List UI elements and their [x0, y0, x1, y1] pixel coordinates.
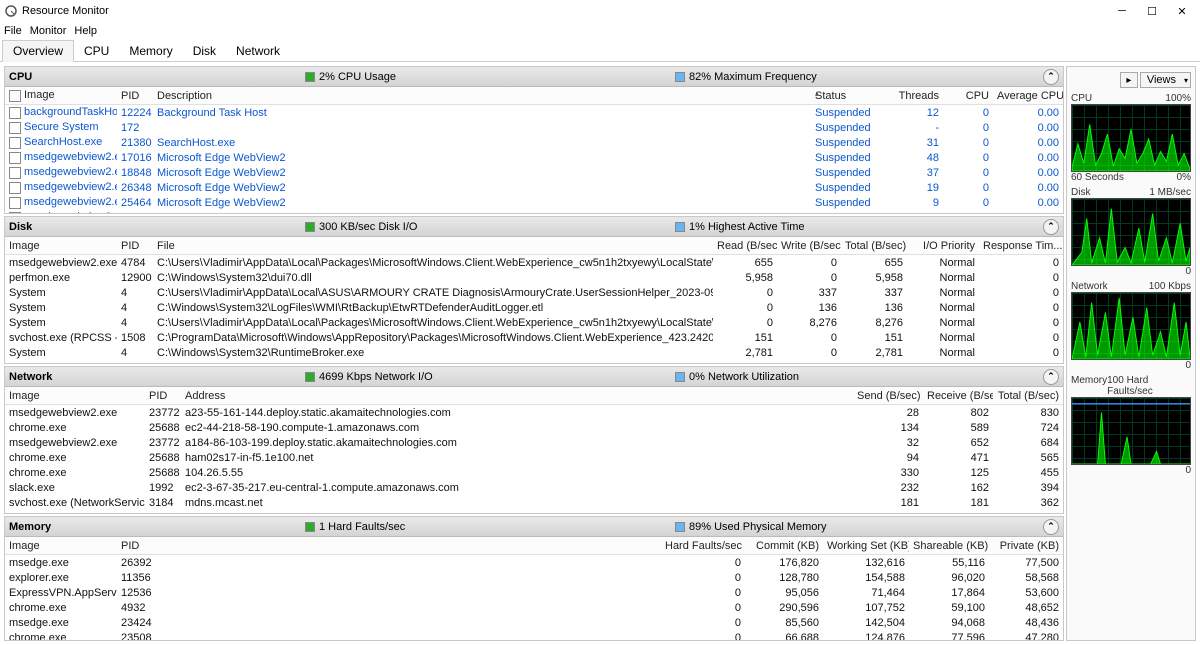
chart-pane: ▸ Views CPU100% 60 Seconds0% Disk1 MB/se… [1066, 66, 1196, 641]
chart-canvas [1071, 198, 1191, 266]
checkbox-icon[interactable] [9, 182, 21, 194]
network-section: Network 4699 Kbps Network I/O 0% Network… [4, 366, 1064, 514]
chart-canvas [1071, 104, 1191, 172]
table-row[interactable]: chrome.exe25688ham02s17-in-f5.1e100.net … [5, 450, 1063, 465]
table-row[interactable]: msedgewebview2.exe23772a184-86-103-199.d… [5, 435, 1063, 450]
chart-nav-button[interactable]: ▸ [1120, 72, 1138, 88]
network-header[interactable]: Network 4699 Kbps Network I/O 0% Network… [5, 367, 1063, 387]
cpu-columns: Image PID Description Status Threads CPU… [5, 87, 1063, 105]
collapse-icon[interactable]: ⌃ [1043, 369, 1059, 385]
disk-header[interactable]: Disk 300 KB/sec Disk I/O 1% Highest Acti… [5, 217, 1063, 237]
table-row[interactable]: msedgewebview2.exe 17016Microsoft Edge W… [5, 150, 1063, 165]
table-row[interactable]: SearchHost.exe 21380SearchHost.exe Suspe… [5, 135, 1063, 150]
maximize-button[interactable]: ☐ [1138, 2, 1166, 20]
network-title: Network [9, 371, 109, 383]
checkbox-icon[interactable] [9, 152, 21, 164]
checkbox-icon[interactable] [9, 122, 21, 134]
table-row[interactable]: msedgewebview2.exe23772a23-55-161-144.de… [5, 405, 1063, 420]
network-columns: Image PID Address Send (B/sec) Receive (… [5, 387, 1063, 405]
cpu-header[interactable]: CPU 2% CPU Usage 82% Maximum Frequency ⌃ [5, 67, 1063, 87]
table-row[interactable]: msedgewebview2.exe4784C:\Users\Vladimir\… [5, 255, 1063, 270]
tab-disk[interactable]: Disk [183, 41, 226, 61]
collapse-icon[interactable]: ⌃ [1043, 219, 1059, 235]
disk-section: Disk 300 KB/sec Disk I/O 1% Highest Acti… [4, 216, 1064, 364]
table-row[interactable]: msedge.exe23720C:\Users\Vladimir\AppData… [5, 360, 1063, 363]
checkbox-icon[interactable] [9, 212, 21, 213]
table-row[interactable]: msedge.exe26392 0176,820132,616 55,11677… [5, 555, 1063, 570]
disk-title: Disk [9, 221, 109, 233]
cpu-freq-indicator [675, 72, 685, 82]
table-row[interactable]: msedgewebview2.exe 18848Microsoft Edge W… [5, 165, 1063, 180]
tab-memory[interactable]: Memory [119, 41, 182, 61]
chart-canvas [1071, 292, 1191, 360]
table-row[interactable]: backgroundTaskHost.exe 12224Background T… [5, 105, 1063, 120]
chart-cpu: CPU100% 60 Seconds0% [1071, 93, 1191, 183]
mem-used-indicator [675, 522, 685, 532]
cpu-usage-indicator [305, 72, 315, 82]
checkbox-icon[interactable] [9, 107, 21, 119]
cpu-freq-text: 82% Maximum Frequency [689, 71, 817, 83]
menu-file[interactable]: File [4, 25, 22, 37]
table-row[interactable]: explorer.exe11356 0128,780154,588 96,020… [5, 570, 1063, 585]
close-button[interactable]: ✕ [1168, 2, 1196, 20]
sort-icon: ▴ [815, 89, 819, 98]
chart-canvas [1071, 397, 1191, 465]
chart-network: Network100 Kbps 0 [1071, 281, 1191, 371]
menu-help[interactable]: Help [74, 25, 97, 37]
chart-memory: Memory100 Hard Faults/sec 0 [1071, 375, 1191, 476]
collapse-icon[interactable]: ⌃ [1043, 519, 1059, 535]
menu-monitor[interactable]: Monitor [30, 25, 67, 37]
table-row[interactable]: chrome.exe25688ec2-44-218-58-190.compute… [5, 420, 1063, 435]
table-row[interactable]: chrome.exe4932 0290,596107,752 59,10048,… [5, 600, 1063, 615]
table-row[interactable]: System4C:\Windows\System32\LogFiles\WMI\… [5, 300, 1063, 315]
disk-io-indicator [305, 222, 315, 232]
net-util-indicator [675, 372, 685, 382]
tab-bar: Overview CPU Memory Disk Network [0, 40, 1200, 62]
memory-title: Memory [9, 521, 109, 533]
net-io-indicator [305, 372, 315, 382]
tab-cpu[interactable]: CPU [74, 41, 119, 61]
cpu-title: CPU [9, 71, 109, 83]
checkbox-icon[interactable] [9, 90, 21, 102]
checkbox-icon[interactable] [9, 197, 21, 209]
table-row[interactable]: msedgewebview2.exe 26348Microsoft Edge W… [5, 180, 1063, 195]
memory-header[interactable]: Memory 1 Hard Faults/sec 89% Used Physic… [5, 517, 1063, 537]
collapse-icon[interactable]: ⌃ [1043, 69, 1059, 85]
memory-section: Memory 1 Hard Faults/sec 89% Used Physic… [4, 516, 1064, 641]
table-row[interactable]: chrome.exe25688104.26.5.55 330125455 [5, 465, 1063, 480]
app-icon [4, 4, 18, 18]
table-row[interactable]: chrome.exe25688ham11s07-in-f14.1e100.net… [5, 510, 1063, 513]
memory-columns: Image PID Hard Faults/sec Commit (KB) Wo… [5, 537, 1063, 555]
table-row[interactable]: svchost.exe (RPCSS -p)1508C:\ProgramData… [5, 330, 1063, 345]
table-row[interactable]: System4C:\Windows\System32\RuntimeBroker… [5, 345, 1063, 360]
mem-hf-indicator [305, 522, 315, 532]
table-row[interactable]: Secure System 172 Suspended- 00.00 [5, 120, 1063, 135]
table-row[interactable]: svchost.exe (NetworkService -p)3184mdns.… [5, 495, 1063, 510]
table-row[interactable]: slack.exe1992ec2-3-67-35-217.eu-central-… [5, 480, 1063, 495]
tab-overview[interactable]: Overview [2, 40, 74, 62]
table-row[interactable]: msedgewebview2.exe 15540Microsoft Edge W… [5, 210, 1063, 213]
cpu-section: CPU 2% CPU Usage 82% Maximum Frequency ⌃… [4, 66, 1064, 214]
minimize-button[interactable]: ─ [1108, 2, 1136, 20]
menu-bar: File Monitor Help [0, 22, 1200, 40]
table-row[interactable]: msedge.exe23424 085,560142,504 94,06848,… [5, 615, 1063, 630]
table-row[interactable]: perfmon.exe12900C:\Windows\System32\dui7… [5, 270, 1063, 285]
table-row[interactable]: msedgewebview2.exe 25464Microsoft Edge W… [5, 195, 1063, 210]
cpu-usage-text: 2% CPU Usage [319, 71, 396, 83]
checkbox-icon[interactable] [9, 167, 21, 179]
views-dropdown[interactable]: Views [1140, 72, 1191, 88]
window-title: Resource Monitor [22, 5, 109, 17]
disk-columns: Image PID File Read (B/sec) Write (B/sec… [5, 237, 1063, 255]
disk-active-indicator [675, 222, 685, 232]
table-row[interactable]: System4C:\Users\Vladimir\AppData\Local\P… [5, 315, 1063, 330]
title-bar: Resource Monitor ─ ☐ ✕ [0, 0, 1200, 22]
table-row[interactable]: chrome.exe23508 066,688124,876 77,59647,… [5, 630, 1063, 640]
table-row[interactable]: ExpressVPN.AppService.exe12536 095,05671… [5, 585, 1063, 600]
tab-network[interactable]: Network [226, 41, 290, 61]
table-row[interactable]: System4C:\Users\Vladimir\AppData\Local\A… [5, 285, 1063, 300]
checkbox-icon[interactable] [9, 137, 21, 149]
chart-disk: Disk1 MB/sec 0 [1071, 187, 1191, 277]
